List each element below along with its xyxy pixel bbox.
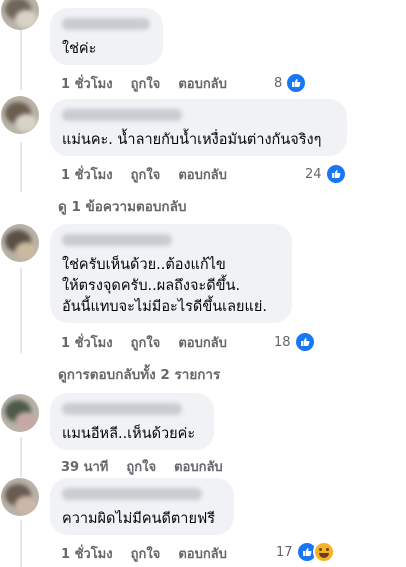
- reply-button[interactable]: ตอบกลับ: [174, 456, 223, 477]
- comment-time[interactable]: 1 ชั่วโมง: [61, 164, 113, 185]
- like-button[interactable]: ถูกใจ: [131, 73, 161, 94]
- comment-bubble[interactable]: ใช่ค่ะ: [50, 8, 163, 65]
- comment-time[interactable]: 1 ชั่วโมง: [61, 73, 113, 94]
- like-icon: [293, 331, 316, 353]
- comment-actions: 1 ชั่วโมง ถูกใจ ตอบกลับ: [61, 164, 245, 185]
- like-button[interactable]: ถูกใจ: [131, 164, 161, 185]
- reaction-number: 17: [276, 544, 293, 560]
- thread-line: [20, 520, 22, 567]
- reaction-count[interactable]: 24: [305, 163, 347, 185]
- comment-time[interactable]: 1 ชั่วโมง: [61, 332, 113, 353]
- comment-text: ใช่ค่ะ: [62, 41, 97, 57]
- comment-actions: 1 ชั่วโมง ถูกใจ ตอบกลับ: [61, 543, 245, 564]
- avatar[interactable]: [1, 478, 39, 516]
- reaction-count[interactable]: 17: [276, 541, 335, 563]
- comment-actions: 1 ชั่วโมง ถูกใจ ตอบกลับ: [61, 73, 245, 94]
- like-icon: [285, 72, 308, 94]
- commenter-name-blurred: [62, 18, 150, 30]
- avatar[interactable]: [1, 394, 39, 432]
- reply-button[interactable]: ตอบกลับ: [178, 543, 227, 564]
- like-button[interactable]: ถูกใจ: [131, 332, 161, 353]
- view-replies-label: ดูการตอบกลับทั้ง 2 รายการ: [58, 367, 221, 383]
- reaction-number: 18: [274, 334, 291, 350]
- avatar[interactable]: [1, 224, 39, 262]
- commenter-name-blurred: [62, 234, 172, 246]
- commenter-name-blurred: [62, 488, 202, 500]
- comment-time[interactable]: 1 ชั่วโมง: [61, 543, 113, 564]
- view-replies-label: ดู 1 ข้อความตอบกลับ: [58, 199, 187, 215]
- comment-bubble[interactable]: แม่นคะ. น้ำลายกับน้ำเหงื่อมันต่างกันจริง…: [50, 99, 347, 156]
- comment-actions: 1 ชั่วโมง ถูกใจ ตอบกลับ: [61, 332, 245, 353]
- comment-bubble[interactable]: ใช่ครับเห็นด้วย..ต้องแก้ไข ให้ตรงจุดครับ…: [50, 224, 292, 323]
- reaction-count[interactable]: 8: [274, 72, 308, 94]
- comment-text: แมนอีหลี..เห็นด้วยค่ะ: [62, 426, 196, 442]
- view-replies-link[interactable]: ดู 1 ข้อความตอบกลับ: [58, 195, 186, 217]
- like-button[interactable]: ถูกใจ: [131, 543, 161, 564]
- avatar[interactable]: [1, 96, 39, 134]
- thread-line: [20, 268, 22, 353]
- haha-icon: [312, 541, 335, 563]
- reply-button[interactable]: ตอบกลับ: [178, 164, 227, 185]
- comment-text: แม่นคะ. น้ำลายกับน้ำเหงื่อมันต่างกันจริง…: [62, 132, 322, 148]
- reply-button[interactable]: ตอบกลับ: [178, 73, 227, 94]
- comment-bubble[interactable]: ความผิดไม่มีคนดีตายฟรี: [50, 478, 234, 535]
- like-button[interactable]: ถูกใจ: [126, 456, 156, 477]
- avatar[interactable]: [1, 0, 39, 30]
- comment-actions: 39 นาที ถูกใจ ตอบกลับ: [61, 456, 241, 477]
- like-icon: [324, 163, 347, 185]
- comment-text: ความผิดไม่มีคนดีตายฟรี: [62, 511, 216, 527]
- commenter-name-blurred: [62, 109, 182, 121]
- thread-line: [20, 142, 22, 192]
- view-replies-link[interactable]: ดูการตอบกลับทั้ง 2 รายการ: [58, 363, 220, 385]
- reaction-count[interactable]: 18: [274, 331, 316, 353]
- comment-time[interactable]: 39 นาที: [61, 456, 108, 477]
- reaction-number: 24: [305, 166, 322, 182]
- commenter-name-blurred: [62, 403, 182, 415]
- thread-line: [20, 437, 22, 477]
- reaction-number: 8: [274, 75, 283, 91]
- comment-text: ใช่ครับเห็นด้วย..ต้องแก้ไข ให้ตรงจุดครับ…: [62, 257, 267, 315]
- comment-bubble[interactable]: แมนอีหลี..เห็นด้วยค่ะ: [50, 393, 214, 450]
- reply-button[interactable]: ตอบกลับ: [178, 332, 227, 353]
